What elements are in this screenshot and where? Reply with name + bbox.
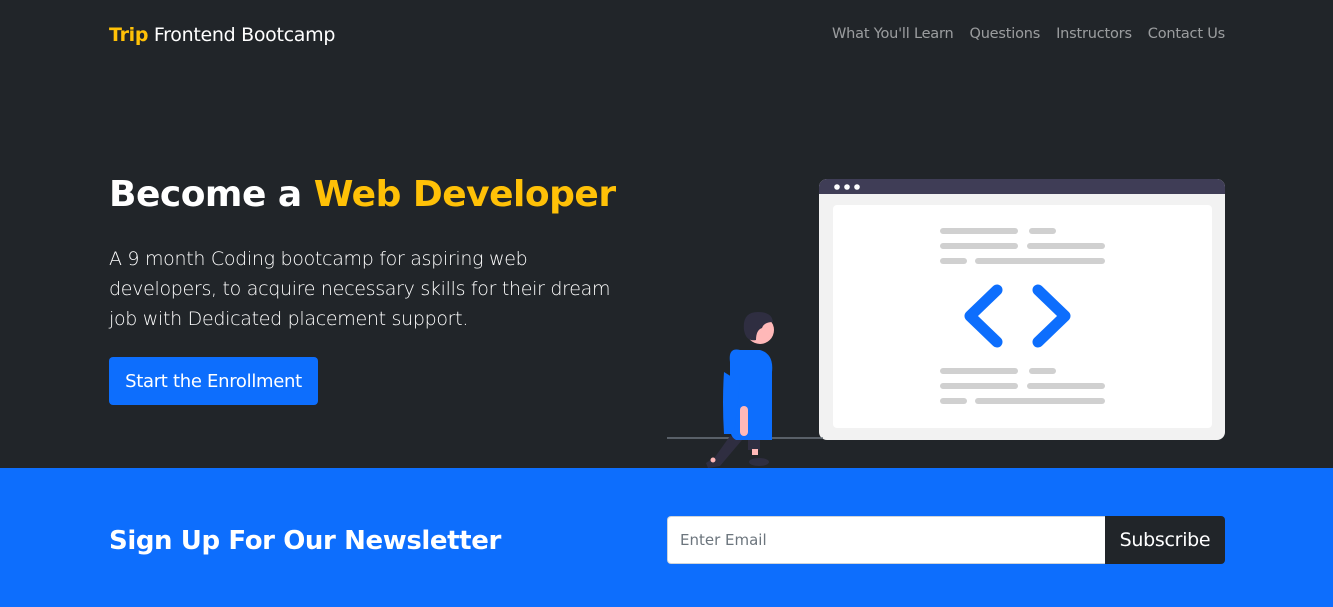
nav-links: What You'll Learn Questions Instructors … <box>832 26 1225 42</box>
newsletter-form: Subscribe <box>667 516 1225 564</box>
nav-link-contact[interactable]: Contact Us <box>1148 26 1225 42</box>
nav-link-instructors[interactable]: Instructors <box>1056 26 1132 42</box>
nav-link-learn[interactable]: What You'll Learn <box>832 26 954 42</box>
newsletter-section: Sign Up For Our Newsletter Subscribe <box>0 468 1333 607</box>
newsletter-title: Sign Up For Our Newsletter <box>109 526 501 556</box>
brand-logo[interactable]: Trip Frontend Bootcamp <box>109 24 335 46</box>
hero-title: Become a Web Developer <box>109 174 616 215</box>
email-input[interactable] <box>667 516 1105 564</box>
enroll-button[interactable]: Start the Enrollment <box>109 357 318 405</box>
hero-section: Become a Web Developer A 9 month Coding … <box>0 72 1333 468</box>
developer-coding-illustration <box>667 179 1225 468</box>
brand-name: Frontend Bootcamp <box>153 24 336 46</box>
hero-title-prefix: Become a <box>109 174 302 215</box>
brand-highlight: Trip <box>109 24 149 46</box>
hero-description: A 9 month Coding bootcamp for aspiring w… <box>109 248 611 330</box>
person-figure <box>706 312 774 468</box>
nav-link-questions[interactable]: Questions <box>969 26 1040 42</box>
navbar: Trip Frontend Bootcamp What You'll Learn… <box>0 0 1333 72</box>
browser-window-graphic <box>819 179 1225 440</box>
hero-title-highlight: Web Developer <box>313 174 616 215</box>
subscribe-button[interactable]: Subscribe <box>1105 516 1225 564</box>
